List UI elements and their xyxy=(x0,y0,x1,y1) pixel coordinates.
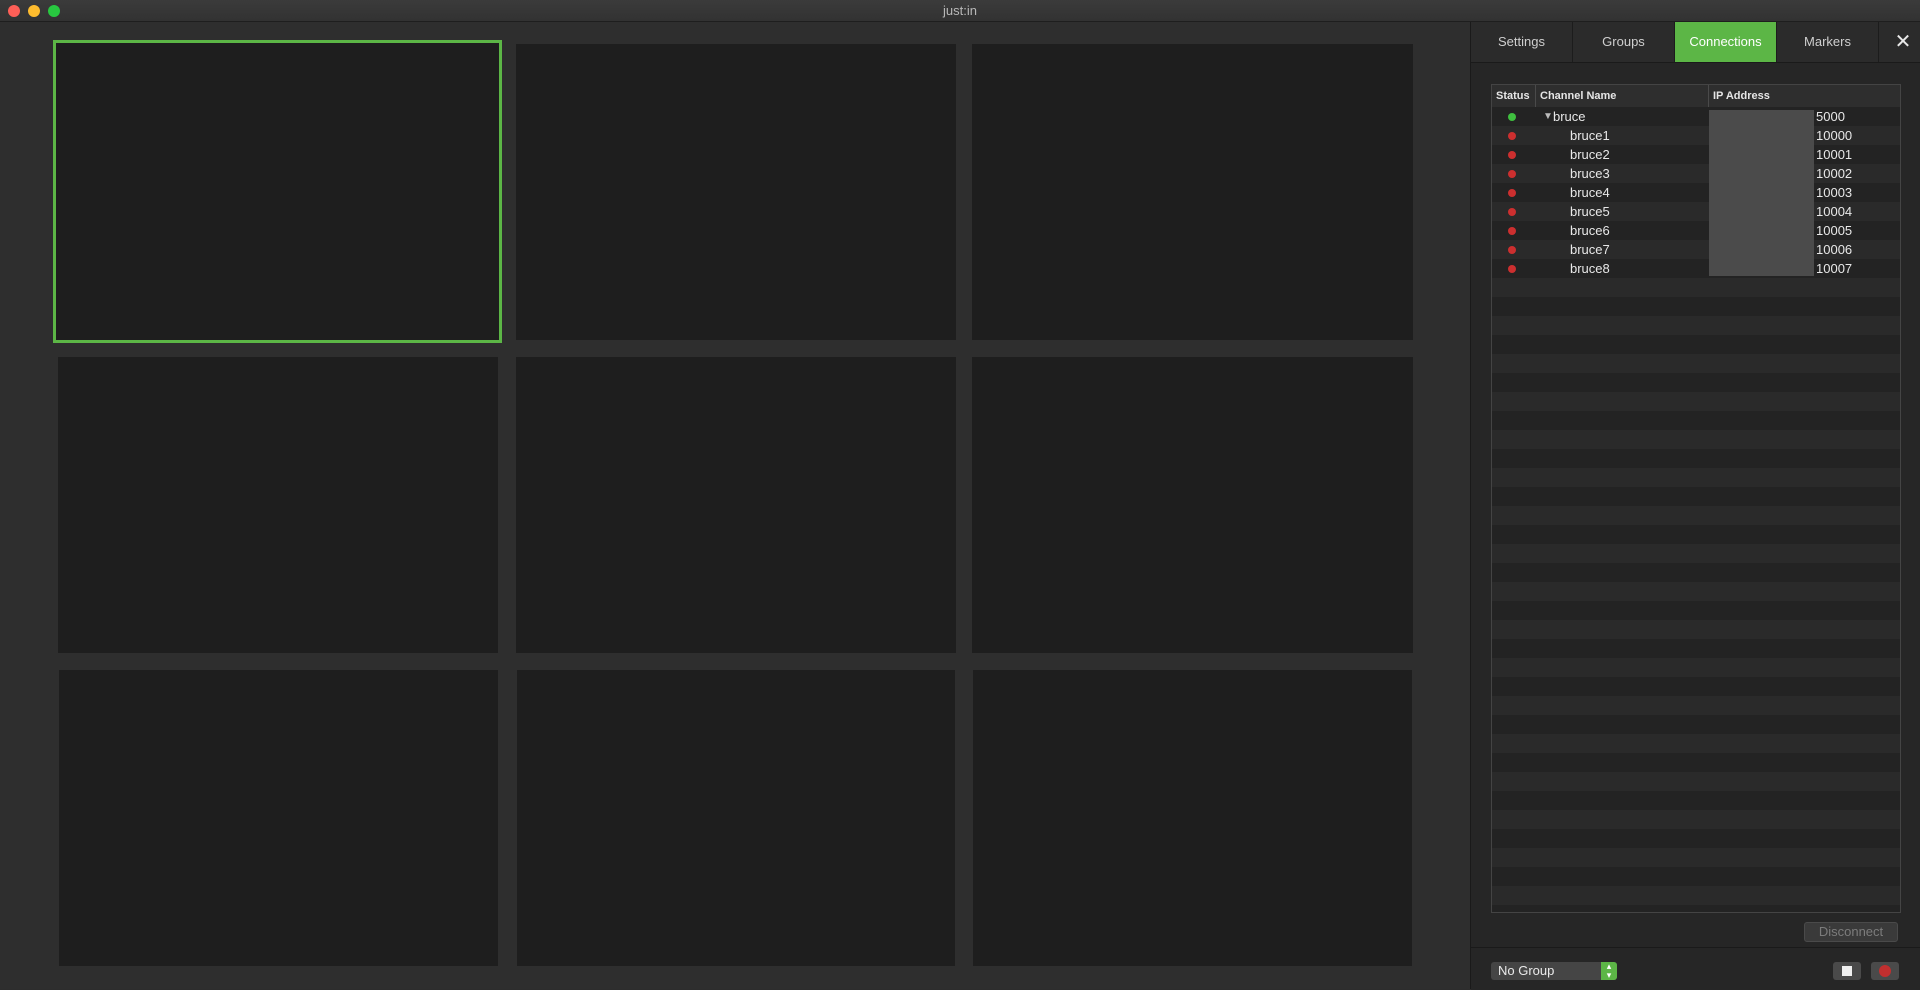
connections-table: Status Channel Name IP Address ▼ bruce 500… xyxy=(1491,84,1901,913)
group-select-value: No Group xyxy=(1498,963,1555,978)
channel-name: bruce1 xyxy=(1570,128,1610,143)
channel-port: 10004 xyxy=(1816,204,1853,219)
video-tile-8[interactable] xyxy=(517,670,955,966)
video-tile-6[interactable] xyxy=(972,357,1413,653)
channel-name: bruce5 xyxy=(1570,204,1610,219)
table-row[interactable]: bruce8 10007 xyxy=(1492,259,1900,278)
video-grid xyxy=(0,22,1470,989)
record-button[interactable] xyxy=(1871,962,1899,980)
channel-port: 10001 xyxy=(1816,147,1853,162)
column-header-status[interactable]: Status xyxy=(1492,85,1536,107)
status-disconnected-icon xyxy=(1508,189,1516,197)
column-header-ip-address[interactable]: IP Address xyxy=(1709,85,1900,107)
video-tile-4[interactable] xyxy=(58,357,498,653)
channel-name: bruce7 xyxy=(1570,242,1610,257)
video-tile-5[interactable] xyxy=(516,357,956,653)
window-title: just:in xyxy=(943,3,977,18)
status-disconnected-icon xyxy=(1508,170,1516,178)
stop-icon xyxy=(1842,966,1852,976)
group-select[interactable]: No Group ▴ ▾ xyxy=(1491,962,1617,980)
table-body: ▼ bruce 5000 bruce1 10000 bruce2 10001 bruce3 10… xyxy=(1492,107,1900,912)
status-connected-icon xyxy=(1508,113,1516,121)
status-disconnected-icon xyxy=(1508,151,1516,159)
channel-port: 10006 xyxy=(1816,242,1853,257)
channel-name: bruce8 xyxy=(1570,261,1610,276)
channel-port: 5000 xyxy=(1816,109,1845,124)
select-arrows-icon: ▴ ▾ xyxy=(1601,962,1617,980)
video-tile-1[interactable] xyxy=(53,40,502,343)
channel-port: 10007 xyxy=(1816,261,1853,276)
table-row[interactable]: bruce2 10001 xyxy=(1492,145,1900,164)
status-disconnected-icon xyxy=(1508,265,1516,273)
status-disconnected-icon xyxy=(1508,227,1516,235)
table-row[interactable]: bruce3 10002 xyxy=(1492,164,1900,183)
title-bar: just:in xyxy=(0,0,1920,22)
table-row[interactable]: bruce5 10004 xyxy=(1492,202,1900,221)
tab-groups[interactable]: Groups xyxy=(1573,22,1675,62)
channel-port: 10003 xyxy=(1816,185,1853,200)
app-window: just:in Settings Groups Connections Mark… xyxy=(0,0,1920,990)
video-tile-2[interactable] xyxy=(516,44,956,340)
column-header-channel-name[interactable]: Channel Name xyxy=(1536,85,1709,107)
panel-tabs: Settings Groups Connections Markers ✕ xyxy=(1471,22,1920,63)
status-disconnected-icon xyxy=(1508,132,1516,140)
channel-port: 10005 xyxy=(1816,223,1853,238)
bottom-bar: No Group ▴ ▾ xyxy=(1471,947,1920,990)
table-row[interactable]: bruce7 10006 xyxy=(1492,240,1900,259)
tab-settings[interactable]: Settings xyxy=(1471,22,1573,62)
video-tile-9[interactable] xyxy=(973,670,1412,966)
table-row[interactable]: ▼ bruce 5000 xyxy=(1492,107,1900,126)
channel-name: bruce4 xyxy=(1570,185,1610,200)
status-disconnected-icon xyxy=(1508,246,1516,254)
channel-name: bruce2 xyxy=(1570,147,1610,162)
table-row[interactable]: bruce4 10003 xyxy=(1492,183,1900,202)
close-panel-icon[interactable]: ✕ xyxy=(1885,22,1920,62)
table-header: Status Channel Name IP Address xyxy=(1492,85,1900,108)
stop-button[interactable] xyxy=(1833,962,1861,980)
tab-connections[interactable]: Connections xyxy=(1675,22,1777,62)
video-tile-7[interactable] xyxy=(59,670,498,966)
ip-address-redaction xyxy=(1709,110,1814,276)
triangle-down-icon[interactable]: ▼ xyxy=(1543,107,1553,126)
video-tile-3[interactable] xyxy=(972,44,1413,340)
table-row[interactable]: bruce6 10005 xyxy=(1492,221,1900,240)
channel-name: bruce3 xyxy=(1570,166,1610,181)
disconnect-button[interactable]: Disconnect xyxy=(1804,922,1898,942)
side-panel: Settings Groups Connections Markers ✕ St… xyxy=(1470,22,1920,990)
table-row[interactable]: bruce1 10000 xyxy=(1492,126,1900,145)
channel-name: bruce6 xyxy=(1570,223,1610,238)
status-disconnected-icon xyxy=(1508,208,1516,216)
channel-port: 10000 xyxy=(1816,128,1853,143)
tab-markers[interactable]: Markers xyxy=(1777,22,1879,62)
channel-port: 10002 xyxy=(1816,166,1853,181)
record-icon xyxy=(1879,965,1891,977)
channel-name: bruce xyxy=(1553,109,1586,124)
